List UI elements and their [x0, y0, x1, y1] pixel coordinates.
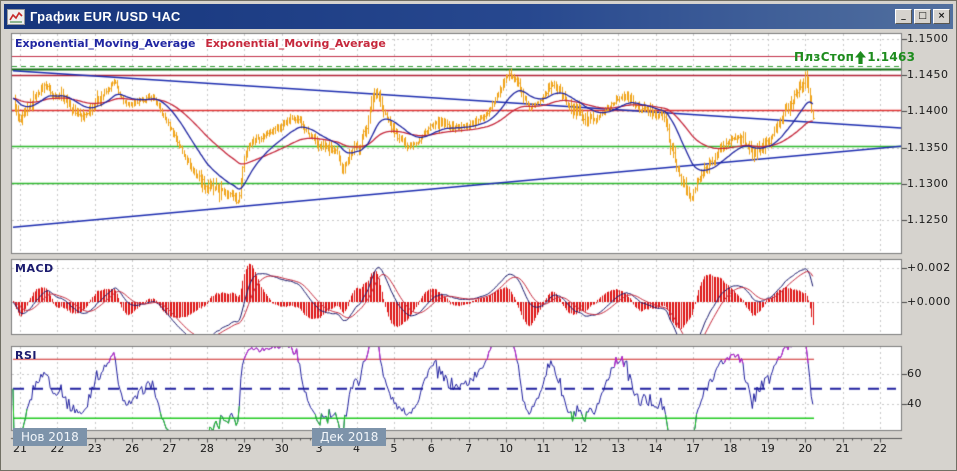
chart-canvas[interactable]: [1, 1, 956, 470]
time-axis-label: 14: [648, 442, 663, 455]
legend-ema-fast: Exponential_Moving_Average: [15, 37, 196, 50]
price-axis-label: 1.1500: [907, 32, 949, 45]
time-axis-label: 26: [125, 442, 140, 455]
time-axis-label: 13: [611, 442, 626, 455]
maximize-button[interactable]: □: [914, 9, 931, 24]
time-axis-label: 12: [573, 442, 588, 455]
indicator-legend: Exponential_Moving_Average Exponential_M…: [15, 37, 392, 50]
time-axis-label: 17: [686, 442, 701, 455]
time-axis-label: 11: [536, 442, 551, 455]
stop-price-value: 1.1463: [867, 50, 916, 64]
time-axis-label: 30: [274, 442, 289, 455]
chart-icon: [7, 8, 25, 25]
price-axis-label: 1.1300: [907, 176, 949, 190]
time-axis-label: 28: [199, 442, 214, 455]
time-axis-label: 22: [872, 442, 887, 455]
macd-axis-label: +0.002: [907, 261, 951, 274]
minimize-button[interactable]: _: [895, 9, 912, 24]
time-axis-label: 29: [237, 442, 252, 455]
time-axis-label: 10: [499, 442, 514, 455]
trailing-stop-label: ПлзСтоп 1.1463: [794, 50, 915, 64]
macd-panel-label: MACD: [15, 262, 54, 275]
rsi-panel-label: RSI: [15, 349, 37, 362]
legend-ema-slow: Exponential_Moving_Average: [205, 37, 386, 50]
time-axis-label: 20: [798, 442, 813, 455]
rsi-axis-label: 60: [907, 367, 922, 380]
rsi-axis-label: 40: [907, 396, 922, 410]
time-axis-label: 19: [760, 442, 775, 455]
window-title: График EUR /USD ЧАС: [30, 9, 181, 24]
time-axis-label: 21: [835, 442, 850, 455]
month-badge: Нов 2018: [13, 428, 87, 446]
price-axis-label: 1.1400: [907, 104, 949, 118]
chart-window: График EUR /USD ЧАС _ □ × Exponential_Mo…: [0, 0, 957, 471]
close-button[interactable]: ×: [933, 9, 950, 24]
macd-axis-label: +0.000: [907, 295, 951, 308]
time-axis-label: 18: [723, 442, 738, 455]
month-badge: Дек 2018: [312, 428, 387, 446]
up-arrow-icon: [855, 50, 867, 64]
price-axis-label: 1.1350: [907, 140, 949, 154]
time-axis-label: 7: [465, 442, 473, 455]
time-axis-label: 6: [427, 442, 435, 455]
price-axis-label: 1.1250: [907, 213, 949, 226]
stop-label-text: ПлзСтоп: [794, 50, 855, 64]
title-bar[interactable]: График EUR /USD ЧАС _ □ ×: [4, 4, 953, 29]
time-axis-label: 27: [162, 442, 177, 455]
price-axis-label: 1.1450: [907, 68, 949, 82]
